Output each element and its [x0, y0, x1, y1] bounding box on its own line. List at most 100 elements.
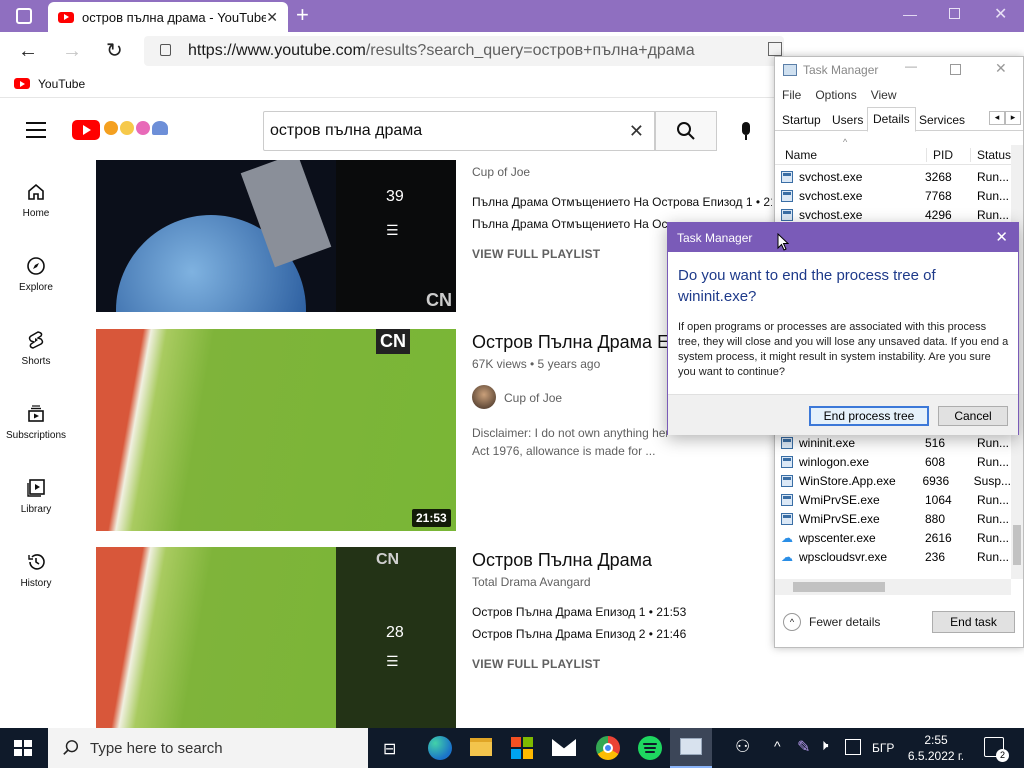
sidebar-item-explore[interactable]: Explore	[0, 256, 72, 293]
tm-close-icon[interactable]: ✕	[995, 60, 1007, 77]
process-pid: 1064	[925, 492, 952, 507]
result-3-thumbnail[interactable]: CN 28 ☰	[96, 547, 456, 728]
result-3-view-full-playlist[interactable]: VIEW FULL PLAYLIST	[472, 657, 600, 671]
col-name[interactable]: Name	[785, 148, 817, 162]
result-1-line-1[interactable]: Пълна Драма Отмъщението На Острова Епизо…	[472, 195, 772, 209]
refresh-icon[interactable]: ↻	[106, 38, 123, 63]
sidebar-item-home[interactable]: Home	[0, 182, 72, 219]
clear-search-icon[interactable]: ✕	[629, 121, 644, 142]
process-row[interactable]: svchost.exe 3268 Run...	[775, 167, 1011, 186]
dialog-close-icon[interactable]: ✕	[995, 228, 1008, 246]
pen-icon[interactable]: ✎	[797, 737, 810, 757]
result-1-thumbnail[interactable]: 39 ☰ CN	[96, 160, 456, 312]
col-status[interactable]: Status	[970, 148, 1011, 162]
channel-avatar[interactable]	[472, 385, 496, 409]
show-hidden-icons[interactable]: ^	[774, 738, 781, 754]
tm-minimize-icon[interactable]: —	[905, 59, 917, 73]
tab-actions-icon[interactable]	[16, 8, 32, 24]
start-button[interactable]	[14, 740, 32, 756]
tab-services[interactable]: Services	[919, 113, 965, 127]
process-row[interactable]: wininit.exe 516 Run...	[775, 433, 1011, 452]
clock[interactable]: 2:55 6.5.2022 г.	[904, 732, 968, 764]
process-status: Run...	[977, 549, 1010, 564]
voice-search-icon[interactable]	[739, 122, 753, 142]
process-row[interactable]: ☁ wpscenter.exe 2616 Run...	[775, 528, 1011, 547]
result-2-thumbnail[interactable]: CN 21:53	[96, 329, 456, 531]
file-explorer-icon[interactable]	[470, 738, 492, 756]
horizontal-scrollbar[interactable]	[775, 579, 1011, 595]
tab-users[interactable]: Users	[832, 113, 863, 127]
sidebar-label: Home	[22, 208, 50, 219]
task-view-icon[interactable]: ⊟	[383, 739, 396, 759]
chrome-icon[interactable]	[596, 736, 620, 760]
forward-icon[interactable]: →	[62, 40, 82, 63]
menu-icon[interactable]	[26, 122, 46, 138]
edge-icon[interactable]	[428, 736, 452, 760]
network-icon[interactable]	[845, 739, 861, 755]
result-3-channel[interactable]: Total Drama Avangard	[472, 575, 591, 589]
browser-tab[interactable]: остров пълна драма - YouTube ✕	[48, 2, 288, 32]
result-1-channel[interactable]: Cup of Joe	[472, 165, 530, 179]
sidebar-item-history[interactable]: History	[0, 552, 72, 589]
tab-startup[interactable]: Startup	[782, 113, 821, 127]
minimize-icon[interactable]: —	[903, 6, 917, 22]
new-tab-icon[interactable]: +	[296, 4, 309, 26]
restore-icon[interactable]	[949, 8, 960, 19]
url-field[interactable]: https://www.youtube.com/results?search_q…	[144, 36, 784, 66]
process-row[interactable]: WmiPrvSE.exe 1064 Run...	[775, 490, 1011, 509]
search-input[interactable]: остров пълна драма ✕	[263, 111, 655, 151]
shorts-icon	[28, 331, 44, 349]
process-row[interactable]: ☁ wpscloudsvr.exe 236 Run...	[775, 547, 1011, 566]
menu-options[interactable]: Options	[815, 88, 856, 102]
result-3-line-2[interactable]: Остров Пълна Драма Епизод 2 • 21:46	[472, 627, 686, 641]
youtube-bookmark-icon	[14, 78, 30, 89]
menu-file[interactable]: File	[782, 88, 801, 102]
end-task-button[interactable]: End task	[932, 611, 1015, 633]
taskbar-search-box[interactable]: Type here to search	[48, 728, 368, 768]
cancel-button[interactable]: Cancel	[938, 406, 1008, 426]
close-tab-icon[interactable]: ✕	[266, 9, 278, 26]
sidebar-item-subscriptions[interactable]: Subscriptions	[0, 404, 72, 441]
youtube-logo[interactable]	[72, 120, 100, 140]
fewer-details-label: Fewer details	[809, 615, 881, 629]
result-3-title[interactable]: Остров Пълна Драма	[472, 550, 652, 571]
sidebar-item-shorts[interactable]: Shorts	[0, 330, 72, 367]
tab-scroll-right-icon[interactable]: ▸	[1005, 111, 1021, 125]
bookmark-youtube[interactable]: YouTube	[38, 77, 85, 91]
volume-icon[interactable]: 🕨	[819, 737, 828, 754]
search-button[interactable]	[655, 111, 717, 151]
result-1-view-full-playlist[interactable]: VIEW FULL PLAYLIST	[472, 247, 600, 261]
spotify-icon[interactable]	[638, 736, 662, 760]
col-pid[interactable]: PID	[926, 148, 953, 162]
process-icon	[781, 455, 793, 468]
process-row[interactable]: winlogon.exe 608 Run...	[775, 452, 1011, 471]
close-window-icon[interactable]: ✕	[994, 4, 1007, 24]
fewer-details-button[interactable]: ^ Fewer details	[783, 613, 880, 631]
result-3-line-1[interactable]: Остров Пълна Драма Епизод 1 • 21:53	[472, 605, 686, 619]
process-row[interactable]: WinStore.App.exe 6936 Susp...	[775, 471, 1011, 490]
mail-icon[interactable]	[552, 739, 576, 756]
sidebar-item-library[interactable]: Library	[0, 478, 72, 515]
url-host: https://www.youtube.com	[188, 42, 366, 59]
result-1-line-2[interactable]: Пълна Драма Отмъщението На Ос	[472, 217, 667, 231]
doodle-flowers-icon[interactable]	[104, 121, 168, 135]
store-icon[interactable]	[511, 737, 533, 759]
process-row[interactable]: svchost.exe 7768 Run...	[775, 186, 1011, 205]
chevron-up-icon: ^	[783, 613, 801, 631]
tm-maximize-icon[interactable]	[950, 64, 961, 75]
tab-scroll-left-icon[interactable]: ◂	[989, 111, 1005, 125]
language-indicator[interactable]: БГР	[872, 741, 894, 755]
task-manager-taskbar-icon[interactable]	[670, 728, 712, 768]
process-row[interactable]: WmiPrvSE.exe 880 Run...	[775, 509, 1011, 528]
tab-details[interactable]: Details	[867, 107, 916, 132]
reader-icon[interactable]	[768, 42, 782, 56]
notifications-icon[interactable]: 2	[984, 737, 1009, 762]
clock-time: 2:55	[924, 733, 948, 747]
result-2-title[interactable]: Остров Пълна Драма Е	[472, 332, 667, 353]
back-icon[interactable]: ←	[18, 40, 38, 63]
people-icon[interactable]: ⚇	[735, 737, 750, 757]
end-process-tree-button[interactable]: End process tree	[809, 406, 929, 426]
result-2-channel[interactable]: Cup of Joe	[504, 391, 562, 405]
menu-view[interactable]: View	[871, 88, 897, 102]
process-status: Run...	[977, 530, 1010, 545]
